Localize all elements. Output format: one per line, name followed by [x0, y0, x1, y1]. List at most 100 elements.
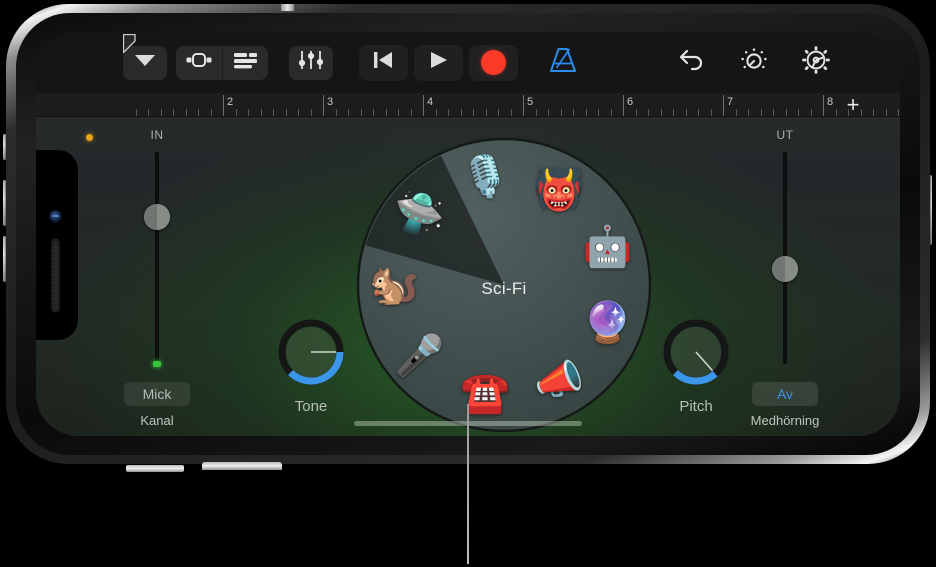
- ruler-tick: [398, 109, 399, 116]
- iphone-screen: 2 3 4 5 6 7 8 + IN Mick Kanal UT Av Medhörning…: [36, 32, 900, 436]
- ruler-tick: [510, 109, 512, 116]
- ruler-bar-number: 4: [427, 96, 434, 108]
- ruler-tick: [135, 109, 137, 116]
- ruler-tick: [685, 109, 687, 116]
- toolbar: [36, 32, 900, 93]
- record-button[interactable]: [468, 44, 518, 81]
- preset-monster-icon[interactable]: 👹: [532, 163, 586, 217]
- ruler-bar-number: 3: [327, 96, 334, 108]
- ruler-tick: [648, 109, 649, 116]
- gear-icon: [801, 45, 831, 80]
- ruler-tick: [273, 109, 274, 116]
- antenna-band-nub: [202, 462, 282, 470]
- ruler-tick: [773, 109, 774, 116]
- ruler-tick: [298, 109, 299, 116]
- ruler-tick: [360, 109, 362, 116]
- ruler-tick: [410, 109, 412, 116]
- pitch-knob-group: Pitch: [644, 314, 748, 415]
- input-channel-label: Kanal: [140, 413, 174, 428]
- ruler-bar-number: 8: [827, 96, 834, 108]
- output-level-slider[interactable]: [772, 152, 798, 364]
- antenna-band-nub: [281, 4, 294, 11]
- ruler-bar-number: 7: [727, 96, 734, 108]
- ruler-bar-mark: 3: [323, 95, 333, 116]
- monitoring-label: Medhörning: [750, 413, 820, 428]
- ruler-tick: [198, 109, 199, 116]
- ruler-bar-mark: 5: [523, 95, 533, 116]
- play-icon: [428, 50, 448, 75]
- ruler-bar-number: 5: [527, 96, 534, 108]
- undo-button[interactable]: [670, 46, 714, 80]
- ruler-tick: [473, 109, 474, 116]
- monitoring-toggle-button[interactable]: Av: [752, 382, 818, 406]
- ruler-tick: [573, 109, 574, 116]
- iphone-bezel: 2 3 4 5 6 7 8 + IN Mick Kanal UT Av Medhörning…: [16, 13, 920, 455]
- record-icon: [480, 50, 506, 75]
- play-button[interactable]: [413, 44, 463, 81]
- input-caption: IN: [150, 128, 164, 142]
- ruler-tick: [235, 109, 237, 116]
- ruler-tick: [760, 109, 762, 116]
- preset-telephone-icon[interactable]: ☎️: [458, 366, 512, 420]
- metronome-button[interactable]: [548, 46, 578, 79]
- ruler-tick: [610, 109, 612, 116]
- preset-chipmunk-icon[interactable]: 🐿️: [367, 258, 421, 312]
- preset-ufo-icon[interactable]: 🛸: [393, 187, 447, 241]
- input-slider-thumb[interactable]: [144, 204, 170, 231]
- ruler-bar-number: 2: [227, 96, 234, 108]
- ruler-tick: [660, 109, 662, 116]
- ruler-tick: [185, 109, 187, 116]
- ruler-tick: [798, 109, 799, 116]
- ruler-tick: [735, 109, 737, 116]
- add-track-button[interactable]: +: [842, 94, 864, 117]
- ruler-tick: [698, 109, 699, 116]
- recording-indicator-dot: [86, 134, 93, 141]
- iphone-frame: 2 3 4 5 6 7 8 + IN Mick Kanal UT Av Medhörning…: [6, 4, 930, 472]
- ruler-tick: [285, 109, 287, 116]
- ruler[interactable]: 2 3 4 5 6 7 8: [36, 93, 900, 117]
- output-slider-thumb[interactable]: [772, 256, 798, 283]
- ruler-tick: [785, 109, 787, 116]
- undo-arrow-icon: [678, 48, 706, 77]
- ruler-bar-mark: 6: [623, 95, 633, 116]
- ruler-tick: [435, 109, 437, 116]
- tone-knob[interactable]: [273, 314, 349, 390]
- metronome-icon: [548, 48, 578, 78]
- tone-knob-group: Tone: [259, 314, 363, 415]
- ruler-tick: [373, 109, 374, 116]
- ruler-tick: [873, 109, 874, 116]
- callout-line: [467, 404, 469, 564]
- playhead[interactable]: [122, 33, 136, 55]
- settings-button[interactable]: [794, 46, 838, 80]
- ruler-tick: [635, 109, 637, 116]
- preset-handheld-microphone-icon[interactable]: 🎤: [393, 329, 447, 383]
- ruler-tick: [160, 109, 162, 116]
- output-caption: UT: [776, 128, 794, 142]
- preset-studio-microphone-icon[interactable]: 🎙️: [458, 150, 512, 204]
- ruler-tick: [898, 109, 899, 116]
- rewind-button[interactable]: [358, 44, 408, 81]
- input-level-slider[interactable]: [144, 152, 170, 367]
- ruler-tick: [885, 109, 887, 116]
- garageband-app: 2 3 4 5 6 7 8 + IN Mick Kanal UT Av Medhörning…: [36, 32, 900, 436]
- ruler-tick: [248, 109, 249, 116]
- ruler-tick: [598, 109, 599, 116]
- tone-knob-label: Tone: [294, 398, 328, 415]
- preset-robot-icon[interactable]: 🤖: [580, 220, 634, 274]
- fx-button[interactable]: [732, 46, 776, 80]
- preset-bubbles-icon[interactable]: 🔮: [580, 296, 634, 350]
- ruler-tick: [673, 109, 674, 116]
- input-channel-strip: IN Mick Kanal: [104, 128, 210, 428]
- preset-wheel[interactable]: Sci-Fi 🛸 🎙️ 👹 🤖 🔮 📣 ☎️ 🎤 🐿️: [356, 137, 652, 433]
- ruler-tick: [535, 109, 537, 116]
- ruler-tick: [148, 109, 149, 116]
- ruler-tick: [385, 109, 387, 116]
- preset-megaphone-icon[interactable]: 📣: [532, 353, 586, 407]
- ruler-tick: [310, 109, 312, 116]
- pitch-knob[interactable]: [658, 314, 734, 390]
- input-source-button[interactable]: Mick: [124, 382, 190, 406]
- antenna-band-nub: [126, 465, 184, 472]
- rewind-to-start-icon: [372, 50, 394, 75]
- ruler-bar-mark: 4: [423, 95, 433, 116]
- ruler-tick: [748, 109, 749, 116]
